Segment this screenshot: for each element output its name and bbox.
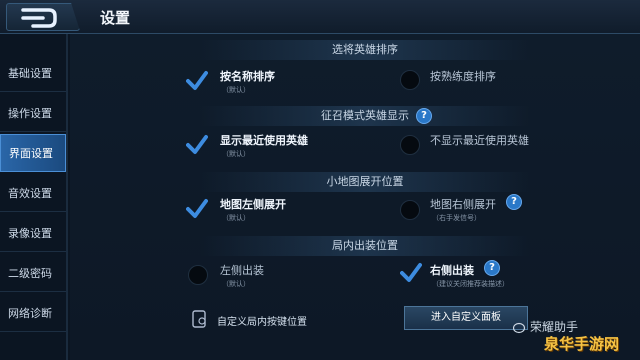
radio-minimap-right[interactable] xyxy=(400,200,420,220)
option-sub-default: （默认） xyxy=(222,150,250,158)
sidebar-item-password[interactable]: 二级密码 xyxy=(0,254,66,292)
sidebar-item-basic[interactable]: 基础设置 xyxy=(0,54,66,92)
phone-settings-icon xyxy=(192,310,206,328)
custom-key-layout-label: 自定义局内按键位置 xyxy=(217,317,307,328)
option-sub-default: （默认） xyxy=(222,214,250,222)
option-sort-by-proficiency[interactable]: 按熟练度排序 xyxy=(430,68,496,84)
sidebar-divider xyxy=(66,34,68,360)
sidebar-item-label: 音效设置 xyxy=(8,186,52,200)
help-icon[interactable]: ? xyxy=(416,108,432,124)
sidebar-item-controls[interactable]: 操作设置 xyxy=(0,94,66,132)
option-minimap-right[interactable]: 地图右侧展开 xyxy=(430,196,496,212)
sidebar-item-label: 界面设置 xyxy=(9,147,53,160)
option-show-recent-heroes[interactable]: 显示最近使用英雄 xyxy=(220,132,308,148)
checkmark-icon[interactable] xyxy=(186,70,208,92)
page-title: 设置 xyxy=(100,9,131,27)
radio-sort-by-proficiency[interactable] xyxy=(400,70,420,90)
sidebar-item-network[interactable]: 网络诊断 xyxy=(0,294,66,332)
help-icon[interactable]: ? xyxy=(484,260,500,276)
settings-panel xyxy=(70,34,640,360)
section-header-summon-display: 征召模式英雄显示 xyxy=(200,106,530,126)
sidebar-item-interface[interactable]: 界面设置 xyxy=(0,134,66,172)
back-button[interactable] xyxy=(6,3,80,31)
wechat-icon xyxy=(513,322,526,334)
checkmark-icon[interactable] xyxy=(186,198,208,220)
sidebar-item-audio[interactable]: 音效设置 xyxy=(0,174,66,212)
help-icon[interactable]: ? xyxy=(506,194,522,210)
option-minimap-left[interactable]: 地图左侧展开 xyxy=(220,196,286,212)
top-bar: 设置 xyxy=(0,0,640,34)
option-sub-right-hand: （右手发信号） xyxy=(432,214,481,222)
option-equip-left[interactable]: 左侧出装 xyxy=(220,262,264,278)
sidebar-item-label: 网络诊断 xyxy=(8,306,52,320)
option-hide-recent-heroes[interactable]: 不显示最近使用英雄 xyxy=(430,132,529,148)
option-sort-by-name[interactable]: 按名称排序 xyxy=(220,68,275,84)
sidebar-item-replay[interactable]: 录像设置 xyxy=(0,214,66,252)
sidebar-item-label: 二级密码 xyxy=(8,266,52,280)
sidebar: 基础设置 操作设置 界面设置 音效设置 录像设置 二级密码 网络诊断 xyxy=(0,54,66,360)
checkmark-icon[interactable] xyxy=(186,134,208,156)
option-sub-default: （默认） xyxy=(222,280,250,288)
watermark-site: 泉华手游网 xyxy=(544,335,620,353)
section-header-minimap: 小地图展开位置 xyxy=(200,172,530,192)
option-equip-right[interactable]: 右侧出装 xyxy=(430,262,474,278)
section-header-hero-sort: 选将英雄排序 xyxy=(200,40,530,60)
option-sub-equip-hint: （建议关闭推荐装描述） xyxy=(432,280,509,288)
radio-equip-left[interactable] xyxy=(188,265,208,285)
radio-hide-recent-heroes[interactable] xyxy=(400,135,420,155)
back-arrow-icon xyxy=(21,8,57,28)
enter-custom-panel-button[interactable]: 进入自定义面板 xyxy=(404,306,528,330)
section-header-equip: 局内出装位置 xyxy=(200,236,530,256)
checkmark-icon[interactable] xyxy=(400,262,422,284)
sidebar-item-label: 基础设置 xyxy=(8,66,52,80)
option-sub-default: （默认） xyxy=(222,86,250,94)
sidebar-item-label: 操作设置 xyxy=(8,106,52,120)
sidebar-item-label: 录像设置 xyxy=(8,226,52,240)
